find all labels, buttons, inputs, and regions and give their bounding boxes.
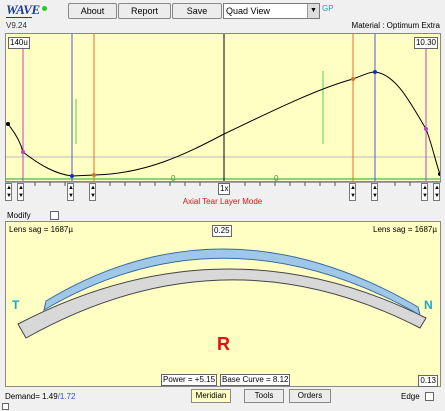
demand-label: Demand= 1.49/1.72 <box>5 392 76 401</box>
zoom-value[interactable]: 1x <box>218 183 231 195</box>
modify-label: Modify <box>7 211 31 220</box>
curve-point-right-blue <box>373 70 377 74</box>
base-curve-value[interactable]: Base Curve = 8.12 <box>220 374 291 386</box>
tab-tools[interactable]: Tools <box>244 389 284 403</box>
tab-meridian[interactable]: Meridian <box>191 389 231 403</box>
lens-profile-plot[interactable]: Lens sag = 1687µ Lens sag = 1687µ 0.25 T… <box>5 221 441 387</box>
view-select[interactable]: Quad View ▼ <box>223 3 320 19</box>
edge-label: Edge <box>401 392 420 401</box>
logo-underline <box>6 17 32 18</box>
chevron-down-icon[interactable]: ▼ <box>307 4 319 18</box>
corner-checkbox[interactable] <box>2 403 9 410</box>
cornea-shape <box>17 268 427 339</box>
right-diameter-value[interactable]: 10.30 <box>413 37 438 49</box>
curve-point-right-end <box>438 172 440 176</box>
arrow-up-icon: ▲ <box>434 185 440 191</box>
arrow-up-icon: ▲ <box>422 185 428 191</box>
lens-sag-left: Lens sag = 1687µ <box>9 225 73 234</box>
top-thickness-value[interactable]: 0.25 <box>212 225 232 237</box>
tear-layer-plot[interactable]: 140u 10.30 0 0 <box>5 33 441 183</box>
modify-checkbox[interactable] <box>50 211 59 220</box>
right-eye-label: R <box>217 334 230 354</box>
arrow-up-icon: ▲ <box>90 185 96 191</box>
demand-value: Demand= 1.49 <box>5 392 58 401</box>
view-select-value: Quad View <box>226 6 270 16</box>
curve-point-right-orange <box>351 77 355 81</box>
curve-point-left-orange <box>92 173 96 177</box>
curve-point-left-end <box>6 122 10 126</box>
about-button[interactable]: About <box>68 3 117 19</box>
lens-profile-graph <box>17 248 427 339</box>
gp-label: GP <box>322 4 334 13</box>
demand-extra: /1.72 <box>57 392 76 401</box>
status-dot-icon <box>42 6 47 11</box>
material-label: Material : Optimum Extra <box>351 21 440 30</box>
curve-point-left-magenta <box>21 150 25 154</box>
arrow-up-icon: ▲ <box>68 185 74 191</box>
arrow-up-icon: ▲ <box>372 185 378 191</box>
power-value[interactable]: Power = +5.15 <box>161 374 218 386</box>
left-depth-value[interactable]: 140u <box>8 37 30 49</box>
mode-label: Axial Tear Layer Mode <box>182 197 263 206</box>
arrow-up-icon: ▲ <box>350 185 356 191</box>
nasal-label: N <box>424 298 433 312</box>
curve-point-left-blue <box>70 174 74 178</box>
tear-layer-graph <box>6 34 440 181</box>
wave-logo: WAVE <box>6 2 40 17</box>
edge-thickness-value[interactable]: 0.13 <box>418 375 438 387</box>
tab-orders[interactable]: Orders <box>289 389 331 403</box>
curve-point-right-magenta <box>424 127 428 131</box>
temporal-label: T <box>12 298 20 312</box>
save-button[interactable]: Save <box>172 3 222 19</box>
report-button[interactable]: Report <box>118 3 171 19</box>
lens-shape <box>43 248 421 317</box>
edge-checkbox[interactable] <box>425 392 434 401</box>
arrow-up-icon: ▲ <box>18 185 24 191</box>
version-label: V9.24 <box>6 21 27 30</box>
lens-sag-right: Lens sag = 1687µ <box>373 225 437 234</box>
arrow-up-icon: ▲ <box>6 185 12 191</box>
